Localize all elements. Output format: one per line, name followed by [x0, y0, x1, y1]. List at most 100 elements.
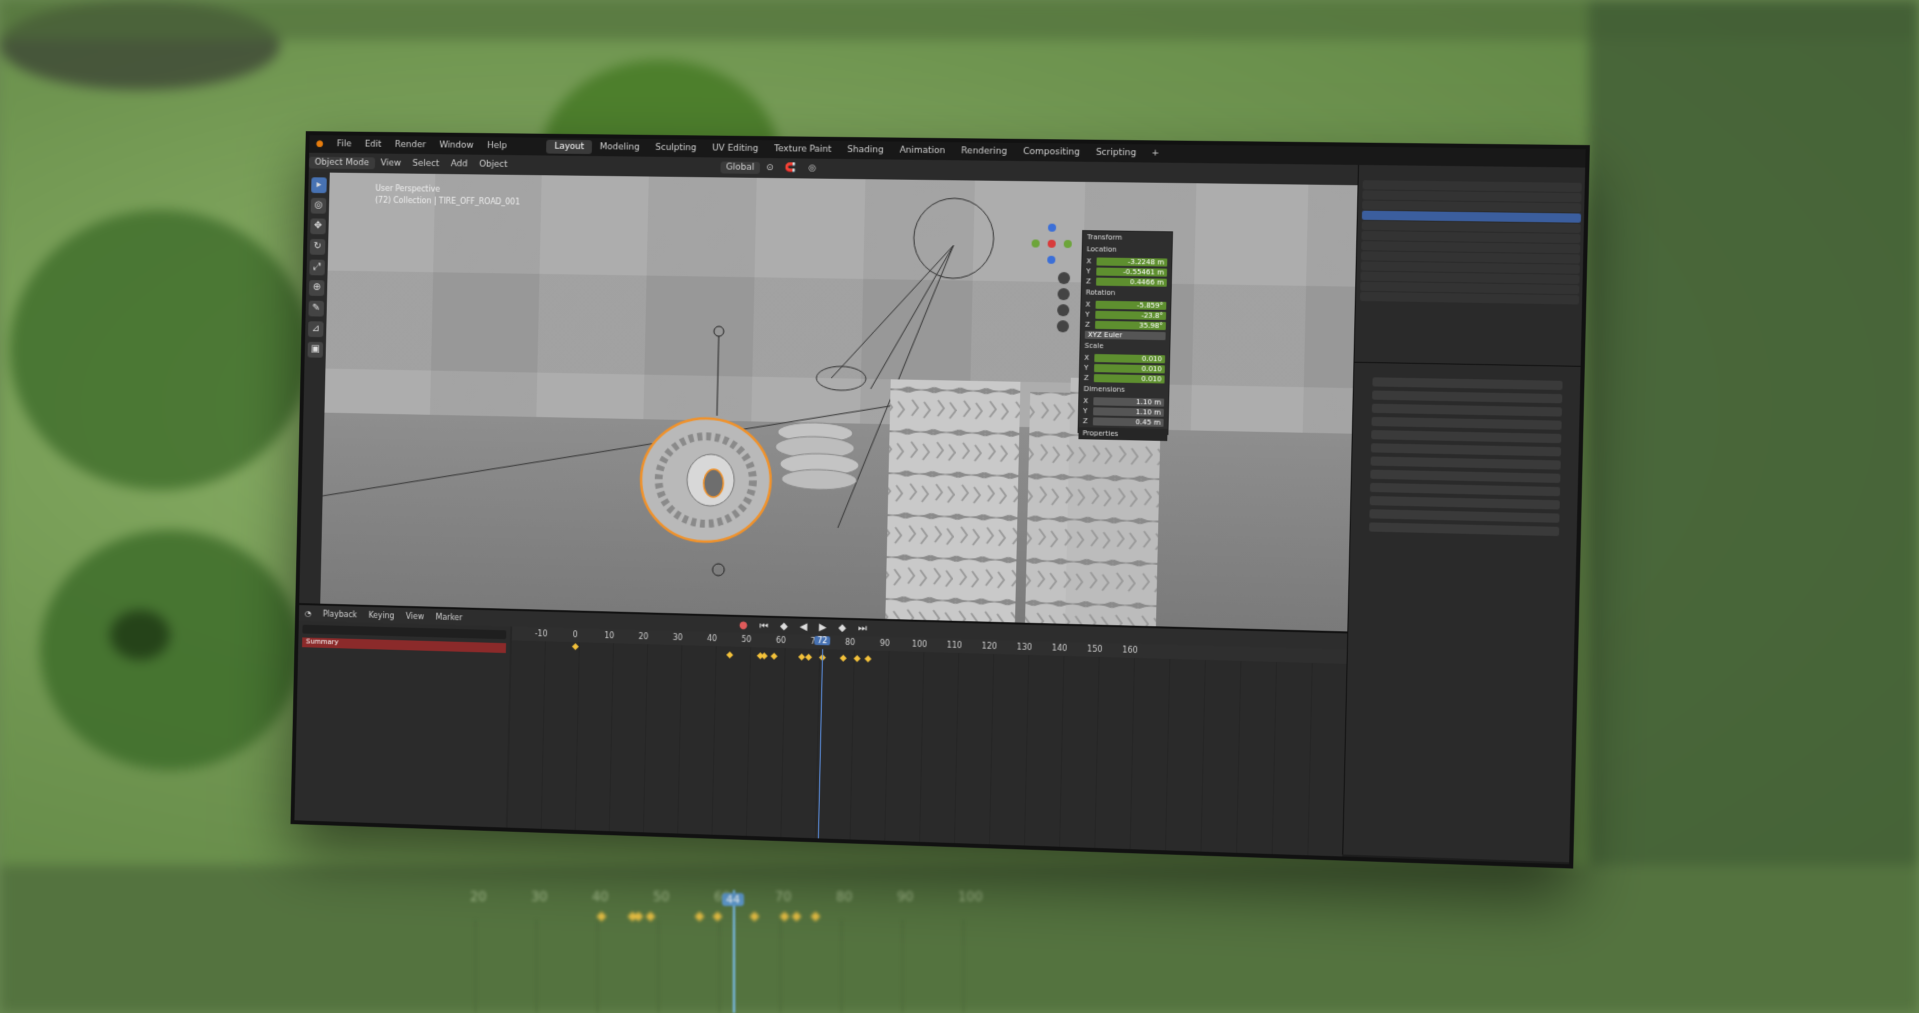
properties-editor[interactable]	[1351, 363, 1582, 537]
menu-file[interactable]: File	[330, 139, 358, 149]
property-row[interactable]	[1369, 482, 1561, 497]
location-y-field[interactable]: -0.55461 m	[1096, 267, 1168, 277]
timeline-view-menu[interactable]: View	[400, 611, 430, 621]
rotation-z-field[interactable]: 35.98°	[1095, 320, 1166, 330]
zoom-icon[interactable]	[1057, 271, 1071, 285]
timeline-keying-menu[interactable]: Keying	[363, 610, 401, 620]
dimensions-z-row[interactable]: Z 0.45 m	[1083, 416, 1164, 427]
3d-cursor-icon[interactable]	[712, 564, 724, 576]
ortho-toggle-icon[interactable]	[1056, 320, 1070, 333]
rotation-mode-dropdown[interactable]: XYZ Euler	[1084, 330, 1166, 340]
property-row[interactable]	[1369, 509, 1560, 523]
proportional-edit-icon[interactable]: ◎	[802, 163, 822, 174]
keyframe-marker[interactable]	[864, 655, 872, 663]
scale-z-field[interactable]: 0.010	[1093, 373, 1165, 383]
keyframe-marker[interactable]	[839, 654, 847, 662]
pivot-icon[interactable]: ⊙	[760, 163, 779, 173]
dimensions-y-field[interactable]: 1.10 m	[1093, 406, 1164, 417]
rotation-y-field[interactable]: -23.8°	[1095, 310, 1167, 320]
next-keyframe-icon[interactable]: ◆	[832, 622, 852, 634]
property-row[interactable]	[1370, 456, 1561, 470]
location-y-row[interactable]: Y -0.55461 m	[1086, 266, 1168, 277]
dimensions-z-field[interactable]: 0.45 m	[1092, 416, 1164, 427]
selected-tire[interactable]	[640, 417, 772, 543]
orientation-dropdown[interactable]: Global	[720, 161, 761, 174]
keyframe-marker[interactable]	[725, 651, 733, 659]
point-light-icon[interactable]	[714, 326, 724, 336]
tab-sculpting[interactable]: Sculpting	[647, 141, 704, 156]
header-object[interactable]: Object	[473, 160, 513, 170]
property-row[interactable]	[1371, 430, 1562, 444]
transform-icon[interactable]: ⊕	[308, 280, 325, 297]
keyframe-marker[interactable]	[571, 643, 579, 651]
keyframe-marker[interactable]	[760, 652, 768, 660]
property-row[interactable]	[1369, 522, 1560, 537]
dimensions-y-row[interactable]: Y 1.10 m	[1083, 406, 1164, 417]
jump-end-icon[interactable]: ⏭	[852, 623, 873, 635]
scale-x-field[interactable]: 0.010	[1094, 353, 1166, 363]
tab-animation[interactable]: Animation	[891, 144, 953, 159]
property-row[interactable]	[1372, 390, 1563, 404]
play-icon[interactable]: ▶	[813, 621, 833, 633]
prev-keyframe-icon[interactable]: ◆	[774, 620, 794, 632]
location-x-field[interactable]: -3.2248 m	[1096, 256, 1168, 267]
tab-scripting[interactable]: Scripting	[1088, 146, 1145, 161]
tab-compositing[interactable]: Compositing	[1015, 145, 1088, 160]
spot-light-circle[interactable]	[913, 198, 995, 279]
tab-shading[interactable]: Shading	[839, 143, 891, 158]
header-view[interactable]: View	[375, 158, 407, 168]
keyframe-area[interactable]	[507, 640, 1347, 859]
scale-icon[interactable]: ⤢	[309, 259, 325, 276]
blender-logo-icon[interactable]: ●	[309, 139, 330, 149]
location-z-field[interactable]: 0.4466 m	[1096, 277, 1167, 287]
measure-icon[interactable]: ⊿	[307, 321, 324, 338]
location-z-row[interactable]: Z 0.4466 m	[1086, 276, 1167, 287]
play-reverse-icon[interactable]: ◀	[794, 621, 814, 632]
rotation-y-row[interactable]: Y -23.8°	[1085, 310, 1167, 320]
rotation-z-row[interactable]: Z 35.98°	[1085, 320, 1166, 330]
tab-modeling[interactable]: Modeling	[592, 140, 648, 154]
snap-icon[interactable]: 🧲	[779, 163, 802, 173]
scale-z-row[interactable]: Z 0.010	[1084, 373, 1165, 384]
summary-channel[interactable]: Summary	[302, 637, 507, 654]
rotation-x-row[interactable]: X -5.859°	[1085, 300, 1167, 310]
property-row[interactable]	[1369, 496, 1560, 510]
rotation-mode-row[interactable]: XYZ Euler	[1084, 330, 1166, 340]
property-row[interactable]	[1371, 416, 1562, 430]
add-workspace-icon[interactable]: +	[1144, 148, 1166, 158]
editor-type-icon[interactable]: ◔	[299, 608, 317, 618]
scale-y-row[interactable]: Y 0.010	[1084, 363, 1165, 374]
3d-viewport[interactable]: User Perspective (72) Collection | TIRE_…	[320, 172, 1358, 632]
properties-section[interactable]: Properties	[1078, 427, 1168, 442]
keyframe-marker[interactable]	[805, 653, 813, 661]
rotation-x-field[interactable]: -5.859°	[1095, 300, 1167, 310]
mode-dropdown[interactable]: Object Mode	[308, 156, 375, 170]
menu-edit[interactable]: Edit	[358, 140, 388, 150]
add-cube-icon[interactable]: ▣	[307, 341, 324, 358]
header-select[interactable]: Select	[407, 159, 446, 169]
property-row[interactable]	[1371, 403, 1562, 417]
header-add[interactable]: Add	[445, 159, 474, 169]
pan-hand-icon[interactable]	[1057, 288, 1070, 301]
select-box-icon[interactable]: ▸	[311, 177, 327, 194]
tab-rendering[interactable]: Rendering	[953, 144, 1015, 159]
keyframe-marker[interactable]	[770, 652, 778, 660]
menu-window[interactable]: Window	[432, 140, 480, 150]
tab-texture-paint[interactable]: Texture Paint	[766, 142, 839, 157]
rotate-icon[interactable]: ↻	[309, 238, 326, 255]
tab-layout[interactable]: Layout	[546, 139, 593, 155]
dimensions-x-field[interactable]: 1.10 m	[1093, 396, 1165, 407]
property-row[interactable]	[1372, 377, 1563, 391]
dimensions-x-row[interactable]: X 1.10 m	[1083, 396, 1165, 407]
jump-start-icon[interactable]: ⏮	[753, 620, 774, 632]
menu-render[interactable]: Render	[388, 140, 433, 150]
scale-x-row[interactable]: X 0.010	[1084, 353, 1166, 364]
location-x-row[interactable]: X -3.2248 m	[1086, 256, 1168, 267]
record-icon[interactable]: ●	[733, 619, 754, 630]
outliner[interactable]	[1354, 164, 1587, 367]
cursor-icon[interactable]: ◎	[310, 197, 327, 214]
menu-help[interactable]: Help	[480, 141, 514, 151]
scale-y-field[interactable]: 0.010	[1094, 363, 1165, 373]
timeline-marker-menu[interactable]: Marker	[430, 612, 468, 622]
timeline-playback-menu[interactable]: Playback	[317, 609, 363, 619]
